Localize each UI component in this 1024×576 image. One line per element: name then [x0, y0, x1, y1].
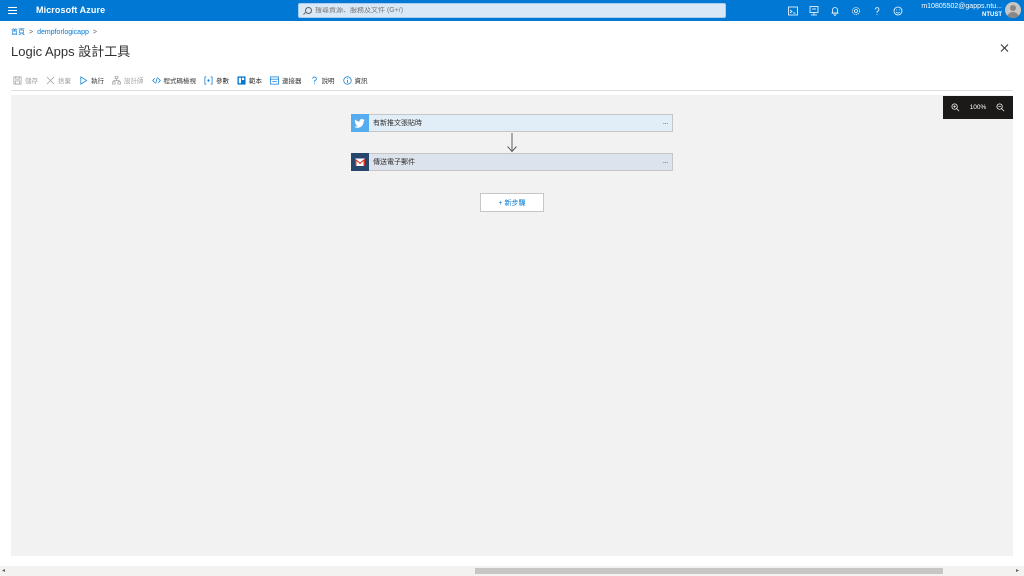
templates-label: 範本 — [249, 78, 262, 85]
templates-icon — [237, 75, 246, 85]
portal-brand[interactable]: Microsoft Azure — [36, 5, 105, 15]
flow-arrow-icon — [507, 133, 517, 153]
breadcrumb: 首頁 > dempforlogicapp > — [11, 27, 97, 37]
trigger-title: 有新推文張貼時 — [373, 120, 422, 127]
code-view-label: 程式碼檢視 — [163, 78, 197, 85]
notifications-icon[interactable] — [824, 3, 845, 18]
global-search[interactable] — [298, 3, 726, 18]
directory-filter-icon[interactable] — [803, 3, 824, 18]
designer-label: 設計師 — [124, 78, 144, 85]
settings-icon[interactable] — [845, 3, 866, 18]
connectors-button[interactable]: 連接器 — [270, 75, 302, 85]
info-button[interactable]: 資訊 — [342, 75, 368, 85]
discard-button[interactable]: 捨棄 — [46, 75, 71, 85]
save-icon — [13, 76, 22, 84]
help-icon[interactable] — [866, 3, 887, 18]
top-bar: Microsoft Azure m10805502@gapps.ntu... N… — [0, 0, 1024, 21]
play-icon — [80, 75, 88, 85]
zoom-out-icon[interactable] — [996, 103, 1005, 112]
parameters-button[interactable]: 參數 — [204, 75, 229, 85]
discard-icon — [46, 76, 55, 84]
zoom-level: 100% — [969, 104, 987, 111]
save-button[interactable]: 儲存 — [13, 75, 38, 85]
toolbar-divider — [11, 90, 1013, 91]
page-title: Logic Apps 設計工具 — [11, 44, 131, 59]
scroll-right-icon[interactable]: ▸ — [1016, 568, 1022, 574]
run-button[interactable]: 執行 — [79, 75, 104, 85]
breadcrumb-home[interactable]: 首頁 — [11, 27, 25, 37]
discard-label: 捨棄 — [58, 78, 71, 85]
templates-button[interactable]: 範本 — [237, 75, 262, 85]
connectors-icon — [270, 76, 279, 84]
new-step-button[interactable]: + 新步驟 — [480, 193, 544, 212]
gmail-icon — [351, 152, 369, 171]
top-icons — [782, 3, 908, 18]
question-icon — [311, 76, 317, 84]
save-label: 儲存 — [25, 78, 38, 85]
horizontal-scrollbar[interactable]: ◂ ▸ — [0, 566, 1024, 576]
account-email: m10805502@gapps.ntu... — [921, 3, 1002, 10]
close-icon[interactable] — [999, 43, 1011, 55]
account-info[interactable]: m10805502@gapps.ntu... NTUST — [921, 2, 1002, 20]
info-icon — [342, 75, 352, 85]
designer-button[interactable]: 設計師 — [112, 75, 144, 85]
parameters-label: 參數 — [216, 78, 229, 85]
twitter-icon — [351, 113, 369, 132]
feedback-icon[interactable] — [887, 3, 908, 18]
search-icon — [303, 6, 312, 15]
breadcrumb-resource[interactable]: dempforlogicapp — [37, 29, 89, 36]
breadcrumb-separator: > — [29, 28, 34, 36]
parameters-icon — [204, 76, 213, 84]
more-options-icon[interactable]: ··· — [658, 158, 672, 167]
designer-icon — [112, 75, 121, 84]
help-button[interactable]: 說明 — [310, 75, 335, 85]
cloud-shell-icon[interactable] — [782, 3, 803, 18]
action-title: 傳送電子郵件 — [373, 159, 415, 166]
run-label: 執行 — [91, 78, 104, 85]
more-options-icon[interactable]: ··· — [658, 119, 672, 128]
zoom-control: 100% — [943, 96, 1013, 119]
search-input[interactable] — [315, 7, 715, 14]
trigger-card[interactable]: 有新推文張貼時 ··· — [351, 113, 673, 132]
menu-icon[interactable] — [6, 4, 20, 17]
help-label: 說明 — [321, 78, 335, 85]
avatar[interactable] — [1005, 2, 1021, 18]
connectors-label: 連接器 — [282, 78, 302, 85]
breadcrumb-separator: > — [92, 28, 97, 36]
designer-toolbar: 儲存 捨棄 執行 設計師 程式碼檢視 參數 範本 連接器 說明 資訊 — [13, 74, 376, 86]
scrollbar-thumb[interactable] — [475, 568, 943, 574]
account-org: NTUST — [982, 12, 1002, 18]
code-icon — [151, 76, 161, 84]
info-label: 資訊 — [354, 78, 368, 85]
code-view-button[interactable]: 程式碼檢視 — [151, 75, 197, 85]
action-card[interactable]: 傳送電子郵件 ··· — [351, 152, 673, 171]
scroll-left-icon[interactable]: ◂ — [2, 568, 8, 574]
zoom-in-icon[interactable] — [951, 103, 960, 112]
